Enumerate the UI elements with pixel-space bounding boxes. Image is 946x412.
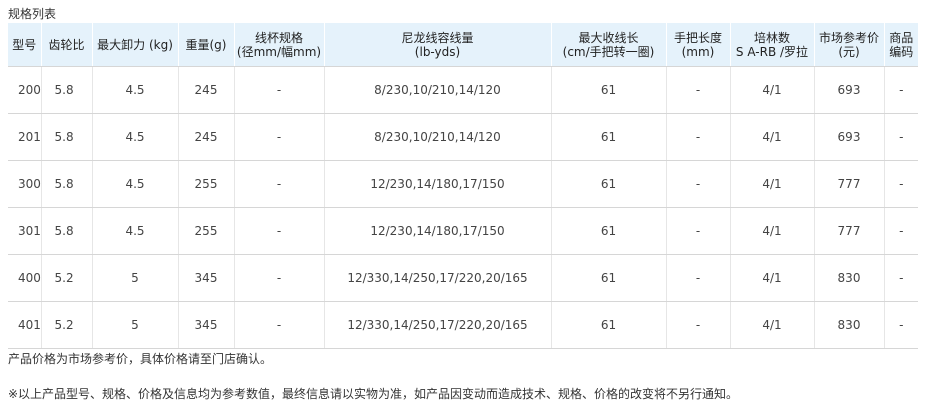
cell-spool-spec: -	[234, 66, 325, 114]
cell-weight: 245	[178, 113, 235, 161]
cell-retrieve: 61	[551, 301, 667, 349]
header-model: 型号	[8, 23, 42, 67]
cell-price: 693	[814, 113, 885, 161]
cell-retrieve: 61	[551, 160, 667, 208]
cell-price: 830	[814, 254, 885, 302]
cell-gear-ratio: 5.8	[41, 113, 93, 161]
cell-line-capacity: 8/230,10/210,14/120	[324, 66, 552, 114]
cell-sku: -	[884, 301, 918, 349]
cell-model: 301	[8, 207, 42, 255]
spec-table: 型号 齿轮比 最大卸力 (kg) 重量(g) 线杯规格 (径mm/幅mm) 尼龙线…	[8, 23, 918, 349]
table-body: 200 5.8 4.5 245-8/230,10/210,14/120 61-4/1 69…	[8, 66, 918, 349]
cell-sku: -	[884, 113, 918, 161]
cell-handle-length: -	[666, 160, 731, 208]
cell-line-capacity: 12/230,14/180,17/150	[324, 207, 552, 255]
cell-weight: 255	[178, 160, 235, 208]
header-spool-spec: 线杯规格 (径mm/幅mm)	[234, 23, 325, 67]
cell-max-drag: 4.5	[92, 113, 179, 161]
cell-retrieve: 61	[551, 207, 667, 255]
cell-spool-spec: -	[234, 160, 325, 208]
header-gear-ratio: 齿轮比	[41, 23, 93, 67]
cell-spool-spec: -	[234, 254, 325, 302]
table-row: 201 5.8 4.5 245-8/230,10/210,14/120 61-4/1 69…	[8, 113, 918, 161]
table-row: 301 5.8 4.5 255-12/230,14/180,17/150 61-4/1 7…	[8, 207, 918, 255]
cell-gear-ratio: 5.8	[41, 66, 93, 114]
cell-line-capacity: 12/330,14/250,17/220,20/165	[324, 301, 552, 349]
cell-sku: -	[884, 160, 918, 208]
cell-weight: 345	[178, 254, 235, 302]
cell-spool-spec: -	[234, 301, 325, 349]
cell-retrieve: 61	[551, 66, 667, 114]
header-line-capacity: 尼龙线容线量 (lb-yds)	[324, 23, 552, 67]
cell-handle-length: -	[666, 301, 731, 349]
cell-handle-length: -	[666, 254, 731, 302]
cell-model: 300	[8, 160, 42, 208]
cell-gear-ratio: 5.2	[41, 301, 93, 349]
header-sku: 商品编码	[884, 23, 918, 67]
cell-price: 777	[814, 207, 885, 255]
cell-spool-spec: -	[234, 113, 325, 161]
table-row: 400 5.2 5 345-12/330,14/250,17/220,20/165 61…	[8, 254, 918, 302]
cell-bearings: 4/1	[730, 207, 815, 255]
cell-max-drag: 5	[92, 301, 179, 349]
cell-model: 200	[8, 66, 42, 114]
cell-price: 830	[814, 301, 885, 349]
cell-bearings: 4/1	[730, 301, 815, 349]
header-retrieve: 最大收线长 (cm/手把转一圈)	[551, 23, 667, 67]
cell-weight: 245	[178, 66, 235, 114]
cell-line-capacity: 12/230,14/180,17/150	[324, 160, 552, 208]
cell-line-capacity: 12/330,14/250,17/220,20/165	[324, 254, 552, 302]
cell-weight: 345	[178, 301, 235, 349]
header-price: 市场参考价 (元)	[814, 23, 885, 67]
table-row: 401 5.2 5 345-12/330,14/250,17/220,20/165 61…	[8, 301, 918, 349]
cell-model: 201	[8, 113, 42, 161]
header-weight: 重量(g)	[178, 23, 235, 67]
cell-model: 401	[8, 301, 42, 349]
cell-price: 777	[814, 160, 885, 208]
table-row: 200 5.8 4.5 245-8/230,10/210,14/120 61-4/1 69…	[8, 66, 918, 114]
section-title: 规格列表	[8, 7, 57, 21]
cell-bearings: 4/1	[730, 160, 815, 208]
cell-model: 400	[8, 254, 42, 302]
cell-retrieve: 61	[551, 254, 667, 302]
cell-handle-length: -	[666, 113, 731, 161]
cell-bearings: 4/1	[730, 66, 815, 114]
cell-bearings: 4/1	[730, 113, 815, 161]
cell-bearings: 4/1	[730, 254, 815, 302]
cell-sku: -	[884, 66, 918, 114]
table-row: 300 5.8 4.5 255-12/230,14/180,17/150 61-4/1 7…	[8, 160, 918, 208]
cell-weight: 255	[178, 207, 235, 255]
cell-max-drag: 4.5	[92, 207, 179, 255]
cell-sku: -	[884, 254, 918, 302]
cell-max-drag: 4.5	[92, 160, 179, 208]
disclaimer-note: ※以上产品型号、规格、价格及信息均为参考数值，最终信息请以实物为准，如产品因变动…	[8, 387, 739, 401]
cell-retrieve: 61	[551, 113, 667, 161]
cell-price: 693	[814, 66, 885, 114]
cell-spool-spec: -	[234, 207, 325, 255]
cell-line-capacity: 8/230,10/210,14/120	[324, 113, 552, 161]
cell-gear-ratio: 5.8	[41, 207, 93, 255]
cell-gear-ratio: 5.2	[41, 254, 93, 302]
cell-max-drag: 5	[92, 254, 179, 302]
header-bearings: 培林数 S A-RB /罗拉	[730, 23, 815, 67]
price-note: 产品价格为市场参考价，具体价格请至门店确认。	[8, 352, 273, 366]
cell-sku: -	[884, 207, 918, 255]
cell-max-drag: 4.5	[92, 66, 179, 114]
header-max-drag: 最大卸力 (kg)	[92, 23, 179, 67]
cell-gear-ratio: 5.8	[41, 160, 93, 208]
cell-handle-length: -	[666, 207, 731, 255]
header-handle-length: 手把长度 (mm)	[666, 23, 731, 67]
cell-handle-length: -	[666, 66, 731, 114]
table-header-row: 型号 齿轮比 最大卸力 (kg) 重量(g) 线杯规格 (径mm/幅mm) 尼龙线…	[8, 23, 918, 67]
